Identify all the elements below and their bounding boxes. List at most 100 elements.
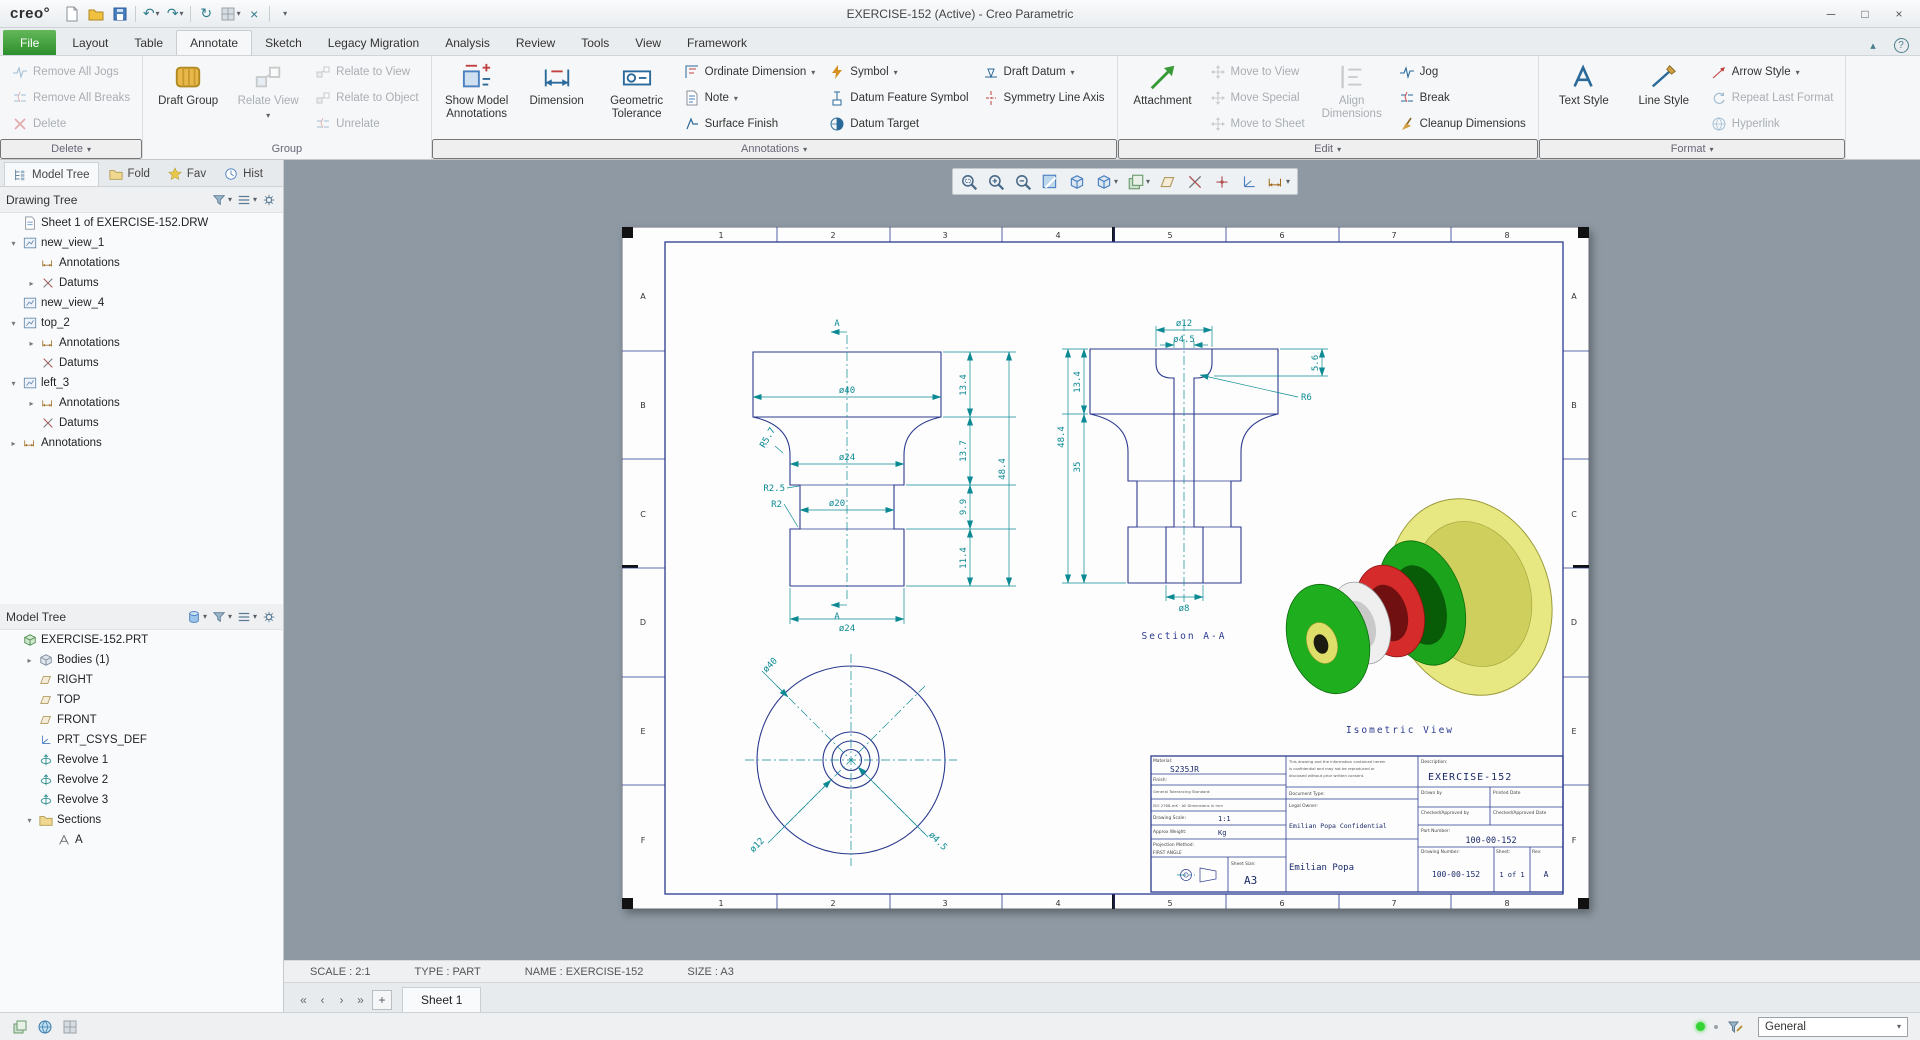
tab-model-tree[interactable]: Model Tree xyxy=(4,162,99,186)
web-browser-button[interactable] xyxy=(37,1019,53,1035)
surface-finish-button[interactable]: Surface Finish xyxy=(678,111,822,137)
move-special-button[interactable]: Move Special xyxy=(1204,85,1311,111)
section-arrow-label[interactable]: A xyxy=(834,612,840,622)
tree-item-section-a[interactable]: A xyxy=(0,830,283,850)
annotation-display-button[interactable]: ▾ xyxy=(1263,170,1294,193)
minimize-ribbon-button[interactable]: ▴ xyxy=(1862,35,1884,55)
save-button[interactable] xyxy=(108,3,132,25)
jog-button[interactable]: Jog xyxy=(1393,59,1532,85)
note-button[interactable]: Note ▾ xyxy=(678,85,822,111)
line-style-button[interactable]: Line Style xyxy=(1625,59,1703,108)
model-regen-status-button[interactable] xyxy=(12,1019,28,1035)
tab-tools[interactable]: Tools xyxy=(568,30,622,55)
display-style-button[interactable]: ▾ xyxy=(1091,170,1122,193)
symmetry-line-axis-button[interactable]: Symmetry Line Axis xyxy=(977,85,1111,111)
tree-item-new-view-1[interactable]: ▾ new_view_1 xyxy=(0,233,283,253)
tab-analysis[interactable]: Analysis xyxy=(432,30,503,55)
dim-label[interactable]: R6 xyxy=(1301,393,1312,403)
delete-group-label[interactable]: Delete ▾ xyxy=(0,139,143,159)
tree-item-top-plane[interactable]: TOP xyxy=(0,690,283,710)
hyperlink-button[interactable]: Hyperlink xyxy=(1705,111,1840,137)
tab-annotate[interactable]: Annotate xyxy=(176,30,253,55)
dim-label[interactable]: 5.6 xyxy=(1311,355,1321,371)
draft-datum-button[interactable]: Draft Datum ▾ xyxy=(977,59,1111,85)
drawing-sheet[interactable]: 12345678 12345678 ABCDEF ABCDEF 13.4 13.… xyxy=(622,227,1589,909)
close-button[interactable]: × xyxy=(1882,3,1916,25)
tree-item-right-plane[interactable]: RIGHT xyxy=(0,670,283,690)
relate-to-object-button[interactable]: Relate to Object xyxy=(309,85,424,111)
dim-label[interactable]: 13.7 xyxy=(959,440,969,462)
dim-label[interactable]: 11.4 xyxy=(959,547,969,569)
undo-button[interactable]: ↶ ▾ xyxy=(139,3,163,25)
tab-file[interactable]: File xyxy=(3,30,57,55)
zoom-in-button[interactable] xyxy=(983,170,1009,193)
tree-item-top-2[interactable]: ▾ top_2 xyxy=(0,313,283,333)
drawing-canvas[interactable]: ▾ ▾ ▾ 1 2 3 4 5 6 7 8 1 2 3 4 5 6 7 8 A … xyxy=(284,160,1920,960)
tab-history[interactable]: Hist xyxy=(216,162,271,186)
repeat-last-format-button[interactable]: Repeat Last Format xyxy=(1705,85,1840,111)
dim-label[interactable]: 48.4 xyxy=(1057,426,1067,448)
tab-layout[interactable]: Layout xyxy=(59,30,121,55)
zoom-box-button[interactable] xyxy=(956,170,982,193)
delete-button[interactable]: Delete xyxy=(6,111,136,137)
tree-item-revolve-3[interactable]: Revolve 3 xyxy=(0,790,283,810)
tree-item-annotations[interactable]: ▸ Annotations xyxy=(0,333,283,353)
datum-target-button[interactable]: Datum Target xyxy=(823,111,974,137)
move-to-sheet-button[interactable]: Move to Sheet xyxy=(1204,111,1311,137)
windows-button[interactable]: ▾ xyxy=(218,3,242,25)
dim-label[interactable]: 13.4 xyxy=(959,374,969,396)
selection-filter-dropdown[interactable]: General ▾ xyxy=(1758,1016,1908,1037)
tree-item-part[interactable]: EXERCISE-152.PRT xyxy=(0,630,283,650)
model-select-button[interactable]: ▾ xyxy=(186,609,208,625)
model-tree-settings-button[interactable] xyxy=(261,609,277,625)
dim-label[interactable]: ø12 xyxy=(1176,319,1192,329)
ordinate-dimension-button[interactable]: Ordinate Dimension ▾ xyxy=(678,59,822,85)
minimize-button[interactable]: ─ xyxy=(1814,3,1848,25)
geometric-tolerance-button[interactable]: Geometric Tolerance xyxy=(598,59,676,121)
tree-item-datums[interactable]: ▸ Datums xyxy=(0,273,283,293)
first-sheet-button[interactable]: « xyxy=(294,988,313,1012)
tab-review[interactable]: Review xyxy=(503,30,568,55)
csys-display-button[interactable] xyxy=(1236,170,1262,193)
selection-filter-button[interactable] xyxy=(1727,1019,1743,1035)
open-file-button[interactable] xyxy=(84,3,108,25)
dim-label[interactable]: R2 xyxy=(771,500,782,510)
remove-all-breaks-button[interactable]: Remove All Breaks xyxy=(6,85,136,111)
align-dimensions-button[interactable]: Align Dimensions xyxy=(1313,59,1391,121)
last-sheet-button[interactable]: » xyxy=(351,988,370,1012)
dim-label[interactable]: 35 xyxy=(1073,462,1083,473)
previous-sheet-button[interactable]: ‹ xyxy=(313,988,332,1012)
datum-feature-symbol-button[interactable]: Datum Feature Symbol xyxy=(823,85,974,111)
symbol-button[interactable]: Symbol ▾ xyxy=(823,59,974,85)
help-button[interactable]: ? xyxy=(1890,35,1912,55)
tree-item-sections[interactable]: ▾ Sections xyxy=(0,810,283,830)
tab-sketch[interactable]: Sketch xyxy=(252,30,315,55)
sheet-tab[interactable]: Sheet 1 xyxy=(402,987,482,1012)
axis-display-button[interactable] xyxy=(1182,170,1208,193)
show-model-annotations-button[interactable]: Show Model Annotations xyxy=(438,59,516,121)
text-style-button[interactable]: Text Style xyxy=(1545,59,1623,108)
saved-views-button[interactable]: ▾ xyxy=(1123,170,1154,193)
point-display-button[interactable] xyxy=(1209,170,1235,193)
accessory-window-button[interactable] xyxy=(62,1019,78,1035)
tree-item-left-3[interactable]: ▾ left_3 xyxy=(0,373,283,393)
dim-label[interactable]: 13.4 xyxy=(1073,371,1083,393)
remove-all-jogs-button[interactable]: Remove All Jogs xyxy=(6,59,136,85)
dim-label[interactable]: ø40 xyxy=(839,386,855,396)
tree-item-csys[interactable]: PRT_CSYS_DEF xyxy=(0,730,283,750)
attachment-button[interactable]: Attachment xyxy=(1124,59,1202,108)
customize-quick-access-button[interactable]: ▾ xyxy=(273,3,297,25)
close-window-button[interactable]: × xyxy=(242,3,266,25)
tree-item-bodies[interactable]: ▸ Bodies (1) xyxy=(0,650,283,670)
tab-legacy-migration[interactable]: Legacy Migration xyxy=(315,30,432,55)
tab-favorites[interactable]: Fav xyxy=(160,162,214,186)
tree-item-revolve-2[interactable]: Revolve 2 xyxy=(0,770,283,790)
add-sheet-button[interactable]: + xyxy=(372,990,392,1010)
dim-label[interactable]: ø4.5 xyxy=(1173,335,1195,345)
annotations-group-label[interactable]: Annotations ▾ xyxy=(431,139,1117,159)
draft-group-button[interactable]: Draft Group xyxy=(149,59,227,108)
tree-item-datums[interactable]: Datums xyxy=(0,353,283,373)
dim-label[interactable]: ø20 xyxy=(829,499,845,509)
unrelate-button[interactable]: Unrelate xyxy=(309,111,424,137)
break-button[interactable]: Break xyxy=(1393,85,1532,111)
